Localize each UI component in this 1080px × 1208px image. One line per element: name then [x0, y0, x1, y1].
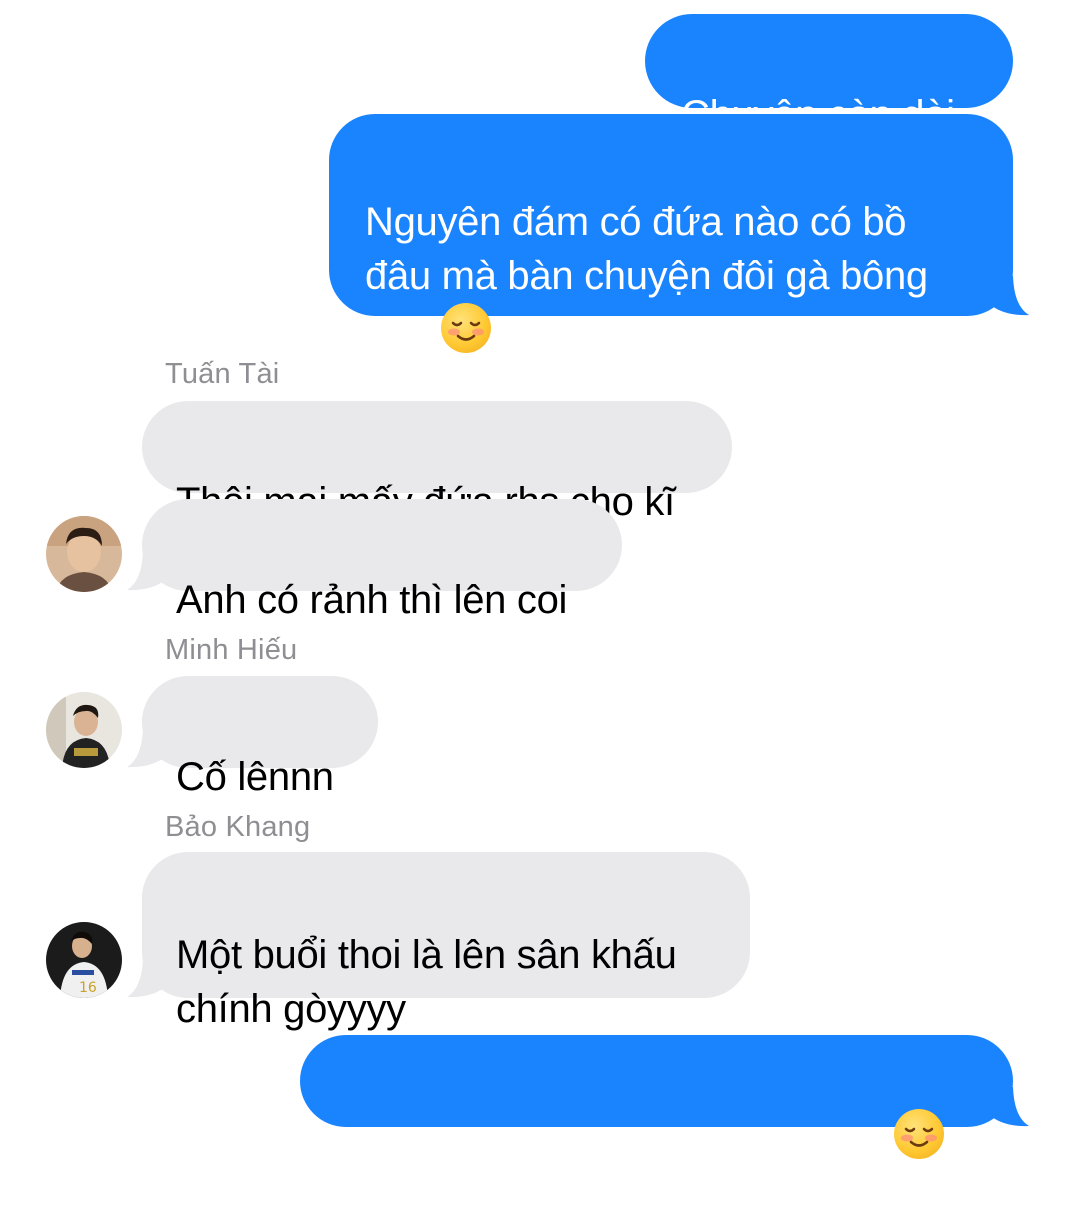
bubble-tail: [992, 276, 1029, 316]
message-bubble-incoming[interactable]: Cố lênnn: [142, 676, 378, 799]
avatar[interactable]: [46, 692, 122, 768]
message-text: Một buổi thoi là lên sân khấu chính gòyy…: [176, 933, 677, 1031]
message-bubble-outgoing[interactable]: Chuyện còn dài: [645, 14, 1013, 137]
message-text: Nguyên đám có đứa nào có bồ đâu mà bàn c…: [365, 200, 928, 397]
message-text: Tao già cả rồi còn nhảy với nhót: [335, 1159, 892, 1203]
bubble-tail: [992, 1087, 1029, 1127]
sender-name: Bảo Khang: [165, 811, 311, 843]
message-bubble-outgoing[interactable]: Tao già cả rồi còn nhảy với nhót: [300, 1035, 1013, 1203]
avatar[interactable]: 16: [46, 922, 122, 998]
message-bubble-incoming[interactable]: Thôi mai mấy đứa rhs cho kĩ: [142, 401, 732, 524]
smiling-face-icon: [441, 303, 492, 353]
message-bubble-incoming[interactable]: Một buổi thoi là lên sân khấu chính gòyy…: [142, 852, 750, 1031]
message-bubble-outgoing[interactable]: Nguyên đám có đứa nào có bồ đâu mà bàn c…: [329, 114, 1013, 397]
message-text: Anh có rảnh thì lên coi: [176, 578, 568, 622]
bubble-tail: [127, 551, 164, 591]
bubble-tail: [127, 728, 164, 768]
smiling-face-icon: [893, 1109, 944, 1159]
sender-name: Tuấn Tài: [165, 358, 280, 390]
sender-name: Minh Hiếu: [165, 634, 298, 666]
avatar[interactable]: [46, 516, 122, 592]
message-bubble-incoming[interactable]: Anh có rảnh thì lên coi: [142, 499, 622, 622]
bubble-tail: [127, 958, 164, 998]
svg-text:16: 16: [79, 980, 97, 996]
message-text: Cố lênnn: [176, 755, 334, 799]
